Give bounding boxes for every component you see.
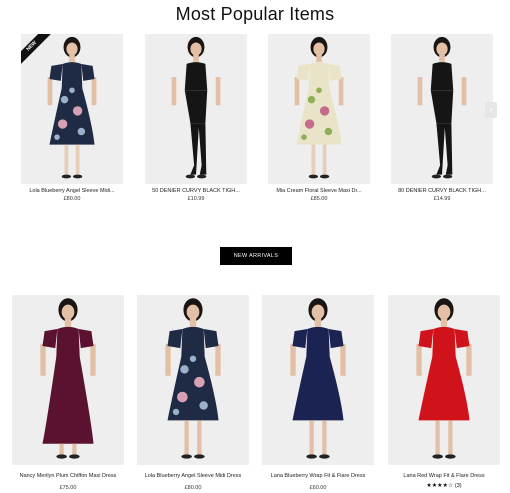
product-card[interactable]: Mia Cream Floral Sleeve Maxi Dr... £85.0…	[268, 34, 370, 206]
product-price: £85.00	[310, 196, 328, 202]
product-price: £75.00	[59, 485, 77, 491]
new-arrivals-button[interactable]: NEW ARRIVALS	[220, 247, 292, 265]
product-card[interactable]: Nancy Merilyn Plum Chiffon Maxi Dress £7…	[12, 295, 124, 493]
section-title: Most Popular Items	[175, 4, 335, 24]
product-price: £10.99	[187, 196, 205, 202]
product-card[interactable]: 80 DENIER CURVY BLACK TIGH... £14.99	[391, 34, 493, 206]
product-price: £80.00	[184, 485, 202, 491]
product-name[interactable]: Lola Blueberry Angel Sleeve Midi Dress	[131, 473, 255, 479]
product-card[interactable]: Lola Blueberry Angel Sleeve Midi... £80.…	[21, 34, 123, 206]
product-image[interactable]	[137, 295, 249, 465]
product-name[interactable]: Lola Blueberry Angel Sleeve Midi...	[13, 188, 131, 194]
product-name[interactable]: Nancy Merilyn Plum Chiffon Maxi Dress	[6, 473, 130, 479]
product-card[interactable]: Lana Blueberry Wrap Fit & Flare Dress £6…	[262, 295, 374, 493]
product-card[interactable]: Lana Red Wrap Fit & Flare Dress ★★★★☆ (3…	[388, 295, 500, 493]
product-price: £14.99	[433, 196, 451, 202]
product-card[interactable]: 50 DENIER CURVY BLACK TIGH... £10.99	[145, 34, 247, 206]
product-name[interactable]: 80 DENIER CURVY BLACK TIGH...	[383, 188, 501, 194]
star-rating-icon: ★★★★☆	[426, 483, 454, 489]
product-card[interactable]: Lola Blueberry Angel Sleeve Midi Dress £…	[137, 295, 249, 493]
product-price: £60.00	[309, 485, 327, 491]
product-name[interactable]: 50 DENIER CURVY BLACK TIGH...	[137, 188, 255, 194]
product-price: £80.00	[63, 196, 81, 202]
product-name[interactable]: Lana Red Wrap Fit & Flare Dress	[382, 473, 506, 479]
product-image[interactable]	[388, 295, 500, 465]
product-image[interactable]	[391, 34, 493, 184]
new-badge: NEW	[21, 34, 55, 68]
product-image[interactable]	[262, 295, 374, 465]
rating-count: (3)	[454, 483, 462, 489]
rating: ★★★★☆ (3)	[388, 482, 500, 489]
product-image[interactable]	[145, 34, 247, 184]
product-name[interactable]: Mia Cream Floral Sleeve Maxi Dr...	[260, 188, 378, 194]
product-image[interactable]	[268, 34, 370, 184]
carousel-next-button[interactable]: ›	[485, 102, 497, 118]
product-image[interactable]	[12, 295, 124, 465]
product-name[interactable]: Lana Blueberry Wrap Fit & Flare Dress	[256, 473, 380, 479]
chevron-right-icon: ›	[489, 104, 493, 115]
